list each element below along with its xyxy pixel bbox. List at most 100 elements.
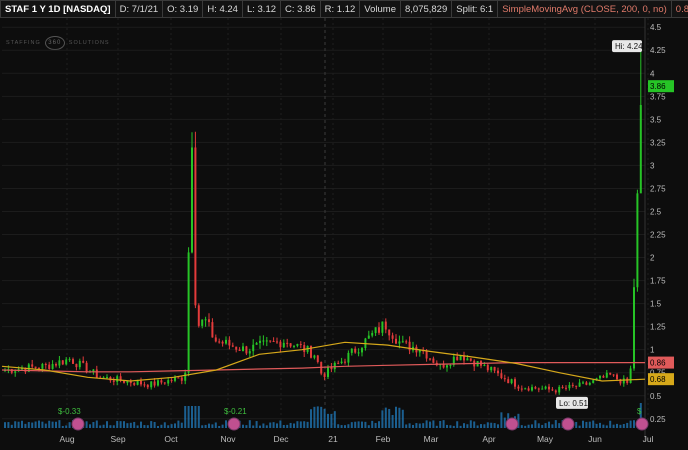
candle-body: [252, 344, 255, 352]
volume-bar: [323, 408, 326, 428]
volume-bar: [214, 422, 217, 428]
x-tick-label: Nov: [220, 434, 236, 444]
volume-bar: [381, 410, 384, 428]
candle-body: [636, 193, 639, 288]
volume-bar: [333, 411, 336, 428]
candle-body: [605, 372, 608, 378]
volume-bar: [269, 422, 272, 428]
volume-bar: [534, 420, 537, 428]
candle-body: [187, 252, 190, 373]
candle-body: [316, 355, 319, 362]
candle-body: [174, 377, 176, 381]
candle-body: [354, 348, 357, 353]
volume-bar: [442, 420, 445, 428]
volume-bar: [595, 423, 598, 428]
price-chart[interactable]: 4.5 4.25 4 3.75 3.5 3.25 3 2.75 2.5 2.25 2 1.75 1.5 1…: [0, 18, 688, 450]
volume-bar: [500, 412, 503, 428]
volume-bar: [340, 425, 343, 428]
volume-bar: [582, 420, 584, 428]
y-tick-label: 3.25: [650, 138, 666, 147]
candle-body: [503, 378, 506, 380]
volume-bar: [626, 422, 629, 428]
sma50-line: [1, 341, 646, 382]
volume-bar: [439, 421, 442, 428]
volume-bar: [85, 421, 88, 428]
volume-bar: [163, 422, 166, 428]
sma-study-label[interactable]: SimpleMovingAvg (CLOSE, 200, 0, no): [498, 0, 672, 18]
volume-bar: [51, 421, 54, 428]
candle-body: [510, 379, 513, 384]
open-readout: O: 3.19: [163, 0, 204, 18]
candle-body: [61, 360, 64, 365]
event-marker-icon: [227, 417, 241, 431]
volume-bar: [126, 423, 129, 428]
candle-body: [405, 341, 408, 343]
candle-body: [180, 377, 183, 381]
volume-bar: [395, 406, 397, 428]
volume-bar: [106, 421, 108, 428]
volume-bar: [252, 425, 255, 428]
volume-bar: [299, 421, 302, 428]
volume-bar: [303, 421, 306, 428]
volume-bar: [592, 420, 595, 428]
volume-bar: [602, 424, 605, 428]
hi-callout: Hi: 4.24: [615, 42, 643, 51]
event-marker-icon: [505, 417, 519, 431]
candle-body: [592, 380, 595, 383]
volume-bar: [177, 420, 180, 428]
y-tick-label: 4: [650, 69, 655, 78]
volume-bar: [140, 421, 142, 428]
candle-body: [153, 381, 156, 386]
candle-body: [228, 339, 231, 346]
candle-body: [548, 386, 550, 390]
volume-bar: [456, 421, 459, 428]
candle-body: [95, 369, 98, 378]
candle-body: [350, 348, 353, 353]
candle-body: [38, 367, 40, 369]
volume-bar: [123, 421, 125, 428]
candle-body: [68, 359, 71, 361]
volume-bar: [184, 406, 187, 428]
volume-bar: [102, 424, 105, 428]
candle-body: [82, 360, 85, 363]
volume-bar: [167, 425, 170, 428]
candle-body: [357, 352, 360, 354]
candle-body: [167, 380, 170, 384]
volume-bar: [38, 420, 40, 428]
candle-body: [106, 377, 108, 379]
candle-body: [401, 341, 404, 343]
x-tick-label: Jun: [588, 434, 602, 444]
candle-body: [384, 321, 387, 330]
candle-body: [177, 377, 180, 379]
candle-body: [323, 373, 326, 377]
candle-body: [398, 341, 401, 344]
candle-body: [235, 346, 238, 350]
candle-body: [602, 376, 605, 378]
volume-bar: [157, 425, 159, 428]
volume-bar: [612, 424, 615, 428]
volume-bar: [21, 420, 23, 428]
candle-body: [483, 364, 486, 366]
x-tick-label: Sep: [110, 434, 125, 444]
candle-body: [276, 341, 278, 343]
volume-bar: [347, 424, 350, 428]
candle-body: [429, 358, 431, 360]
volume-bar: [432, 420, 435, 428]
volume-bar: [65, 425, 68, 428]
volume-bar: [218, 425, 221, 428]
volume-bar: [27, 422, 30, 428]
candle-body: [340, 361, 343, 363]
candle-body: [269, 340, 272, 342]
x-tick-label: Jul: [643, 434, 654, 444]
x-tick-label: Apr: [482, 434, 495, 444]
volume-bar: [221, 424, 224, 428]
candle-body: [31, 364, 34, 367]
symbol-label[interactable]: STAF 1 Y 1D [NASDAQ]: [0, 0, 116, 18]
candle-body: [588, 382, 591, 385]
volume-bar: [48, 420, 51, 428]
volume-bar: [7, 422, 10, 428]
volume-bar: [92, 422, 95, 428]
volume-readout: 8,075,829: [400, 0, 453, 18]
candle-body: [51, 364, 54, 369]
candle-body: [313, 355, 316, 358]
